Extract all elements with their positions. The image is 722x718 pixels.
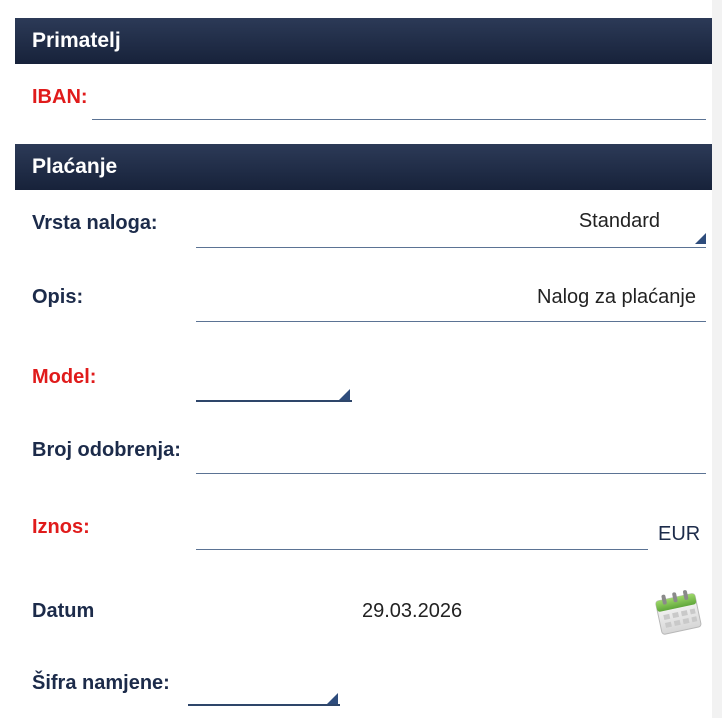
opis-label: Opis:: [32, 286, 84, 308]
vrsta-naloga-underline: [196, 247, 706, 248]
iban-input[interactable]: [92, 82, 706, 120]
iznos-input[interactable]: [196, 506, 648, 550]
section-title-primatelj: Primatelj: [32, 29, 121, 52]
calendar-icon[interactable]: [652, 587, 704, 637]
dropdown-arrow-icon: [327, 693, 338, 704]
datum-label: Datum: [32, 600, 95, 622]
currency-label: EUR: [658, 523, 701, 545]
opis-input[interactable]: Nalog za plaćanje: [196, 276, 706, 322]
model-select[interactable]: [196, 360, 352, 402]
model-underline: [196, 400, 352, 402]
right-edge: [712, 0, 722, 718]
iznos-underline: [196, 549, 648, 550]
section-header-placanje: Plaćanje: [15, 144, 712, 190]
dropdown-arrow-icon: [695, 233, 706, 244]
vrsta-naloga-select[interactable]: Standard: [196, 200, 706, 248]
iban-label: IBAN:: [32, 86, 88, 108]
section-header-primatelj: Primatelj: [15, 18, 712, 64]
datum-value: 29.03.2026: [362, 600, 463, 622]
sifra-namjene-underline: [188, 704, 340, 706]
broj-odobrenja-input[interactable]: [196, 430, 706, 474]
broj-odobrenja-label: Broj odobrenja:: [32, 439, 181, 461]
iznos-label: Iznos:: [32, 516, 90, 538]
opis-underline: [196, 321, 706, 322]
sifra-namjene-select[interactable]: [188, 664, 340, 706]
iban-underline: [92, 119, 706, 120]
vrsta-naloga-value: Standard: [578, 210, 660, 232]
sifra-namjene-label: Šifra namjene:: [32, 672, 170, 694]
model-label: Model:: [32, 366, 97, 388]
section-title-placanje: Plaćanje: [32, 155, 118, 178]
broj-odobrenja-underline: [196, 473, 706, 474]
vrsta-naloga-label: Vrsta naloga:: [32, 212, 158, 234]
opis-value: Nalog za plaćanje: [537, 286, 696, 308]
dropdown-arrow-icon: [339, 389, 350, 400]
